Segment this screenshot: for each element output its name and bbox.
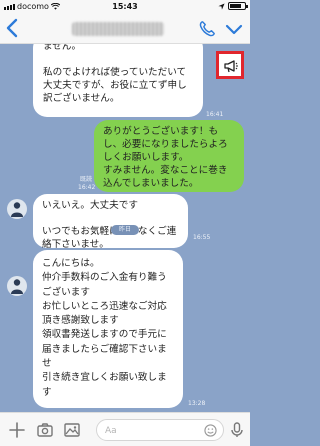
phone-icon[interactable] bbox=[198, 20, 216, 38]
avatar[interactable] bbox=[7, 276, 27, 296]
person-icon bbox=[11, 279, 23, 294]
message-time: 16:55 bbox=[193, 234, 211, 241]
location-icon bbox=[218, 2, 225, 10]
camera-icon[interactable] bbox=[36, 421, 54, 439]
input-bar: Aa bbox=[0, 412, 250, 446]
megaphone-icon bbox=[224, 60, 238, 73]
message-bubble-incoming[interactable]: いえいえ。大丈夫です いつでもお気軽になんなくご連絡下さいませ。 bbox=[33, 194, 188, 250]
status-time: 15:43 bbox=[112, 2, 138, 11]
chat-title-redacted bbox=[72, 22, 164, 36]
message-bubble-incoming[interactable]: ません。 私のでよければ使っていただいて大丈夫ですが、お役に立てず申し訳ございま… bbox=[33, 44, 203, 117]
battery-area bbox=[218, 2, 248, 10]
message-time: 16:42 bbox=[78, 184, 96, 191]
emoji-icon[interactable] bbox=[204, 424, 217, 437]
read-receipt: 既読 bbox=[80, 176, 93, 183]
chat-area[interactable]: ません。 私のでよければ使っていただいて大丈夫ですが、お役に立てず申し訳ございま… bbox=[0, 44, 250, 412]
status-bar: docomo 15:43 bbox=[0, 0, 250, 14]
microphone-icon[interactable] bbox=[228, 421, 246, 439]
date-separator: 昨日 bbox=[111, 225, 139, 235]
chevron-left-icon bbox=[6, 18, 18, 38]
battery-icon bbox=[228, 2, 248, 10]
message-bubble-incoming[interactable]: こんにちは。 仲介手数料のご入金有り難うございます お忙しいところ迅速なご対応頂… bbox=[33, 250, 183, 408]
message-time: 13:28 bbox=[188, 400, 206, 407]
avatar[interactable] bbox=[7, 199, 27, 219]
back-button[interactable] bbox=[6, 18, 18, 41]
person-icon bbox=[11, 202, 23, 217]
message-bubble-outgoing[interactable]: ありがとうございます！もし、必要になりましたらよろしくお願いします。 すみません… bbox=[94, 120, 244, 192]
chat-header bbox=[0, 14, 250, 44]
message-time: 16:41 bbox=[206, 111, 224, 118]
input-placeholder: Aa bbox=[105, 426, 117, 436]
announce-highlight[interactable] bbox=[216, 51, 244, 79]
message-input[interactable]: Aa bbox=[96, 419, 224, 441]
chevron-down-icon[interactable] bbox=[224, 19, 244, 39]
plus-icon[interactable] bbox=[8, 421, 26, 439]
image-icon[interactable] bbox=[63, 421, 81, 439]
